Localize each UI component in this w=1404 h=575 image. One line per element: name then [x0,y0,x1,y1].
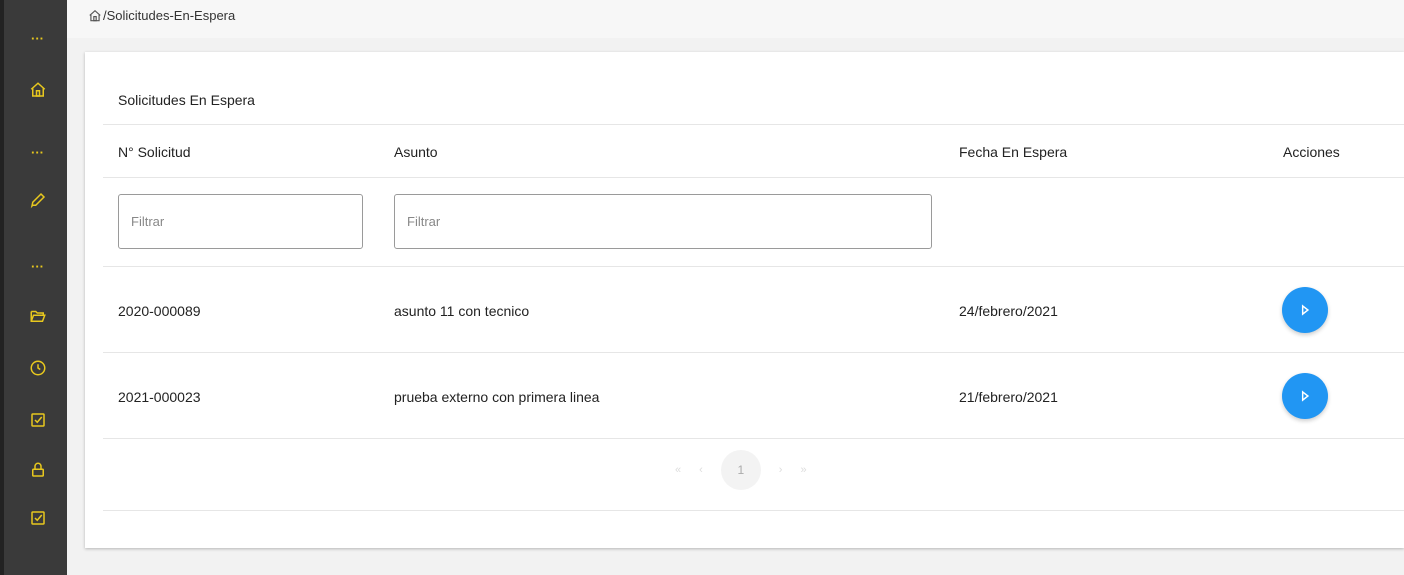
checkbox-icon[interactable] [4,508,71,528]
home-icon[interactable] [88,9,102,23]
home-icon[interactable] [4,80,71,100]
first-page-button[interactable]: « [675,464,681,476]
breadcrumb: /Solicitudes-En-Espera [88,8,235,23]
pencil-icon[interactable] [4,190,71,210]
cell-numero: 2021-000023 [118,389,201,405]
page-button[interactable]: 1 [720,450,761,490]
clock-icon[interactable] [4,358,71,378]
divider [103,510,1404,511]
next-page-button[interactable]: › [779,464,783,476]
divider [103,438,1404,439]
cell-fecha: 24/febrero/2021 [959,303,1058,319]
requests-card: Solicitudes En Espera N° Solicitud Asunt… [85,52,1404,548]
column-header-numero: N° Solicitud [118,144,191,160]
cell-asunto: asunto 11 con tecnico [394,303,530,319]
divider [103,352,1404,353]
cell-asunto: prueba externo con primera linea [394,389,600,405]
pagination: « ‹ 1 › » [675,450,807,490]
last-page-button[interactable]: » [800,464,806,476]
more-dots-icon[interactable]: ··· [4,32,71,46]
filter-asunto-input[interactable] [394,194,932,249]
play-icon [1301,390,1310,402]
column-header-asunto: Asunto [394,144,438,160]
checkbox-icon[interactable] [4,410,71,430]
divider [103,177,1404,178]
lock-icon[interactable] [4,460,71,480]
view-request-button[interactable] [1282,373,1328,419]
more-dots-icon[interactable]: ··· [4,146,71,160]
divider [103,266,1404,267]
cell-numero: 2020-000089 [118,303,201,319]
prev-page-button[interactable]: ‹ [699,464,703,476]
top-bar [67,0,1404,38]
cell-fecha: 21/febrero/2021 [959,389,1058,405]
divider [103,124,1404,125]
column-header-acciones: Acciones [1283,144,1340,160]
filter-numero-input[interactable] [118,194,363,249]
card-title: Solicitudes En Espera [118,92,255,108]
sidebar: ··· ··· ··· [0,0,67,575]
folder-open-icon[interactable] [4,306,71,326]
breadcrumb-path[interactable]: /Solicitudes-En-Espera [103,8,235,23]
more-dots-icon[interactable]: ··· [4,260,71,274]
view-request-button[interactable] [1282,287,1328,333]
column-header-fecha: Fecha En Espera [959,144,1068,160]
play-icon [1301,304,1310,316]
